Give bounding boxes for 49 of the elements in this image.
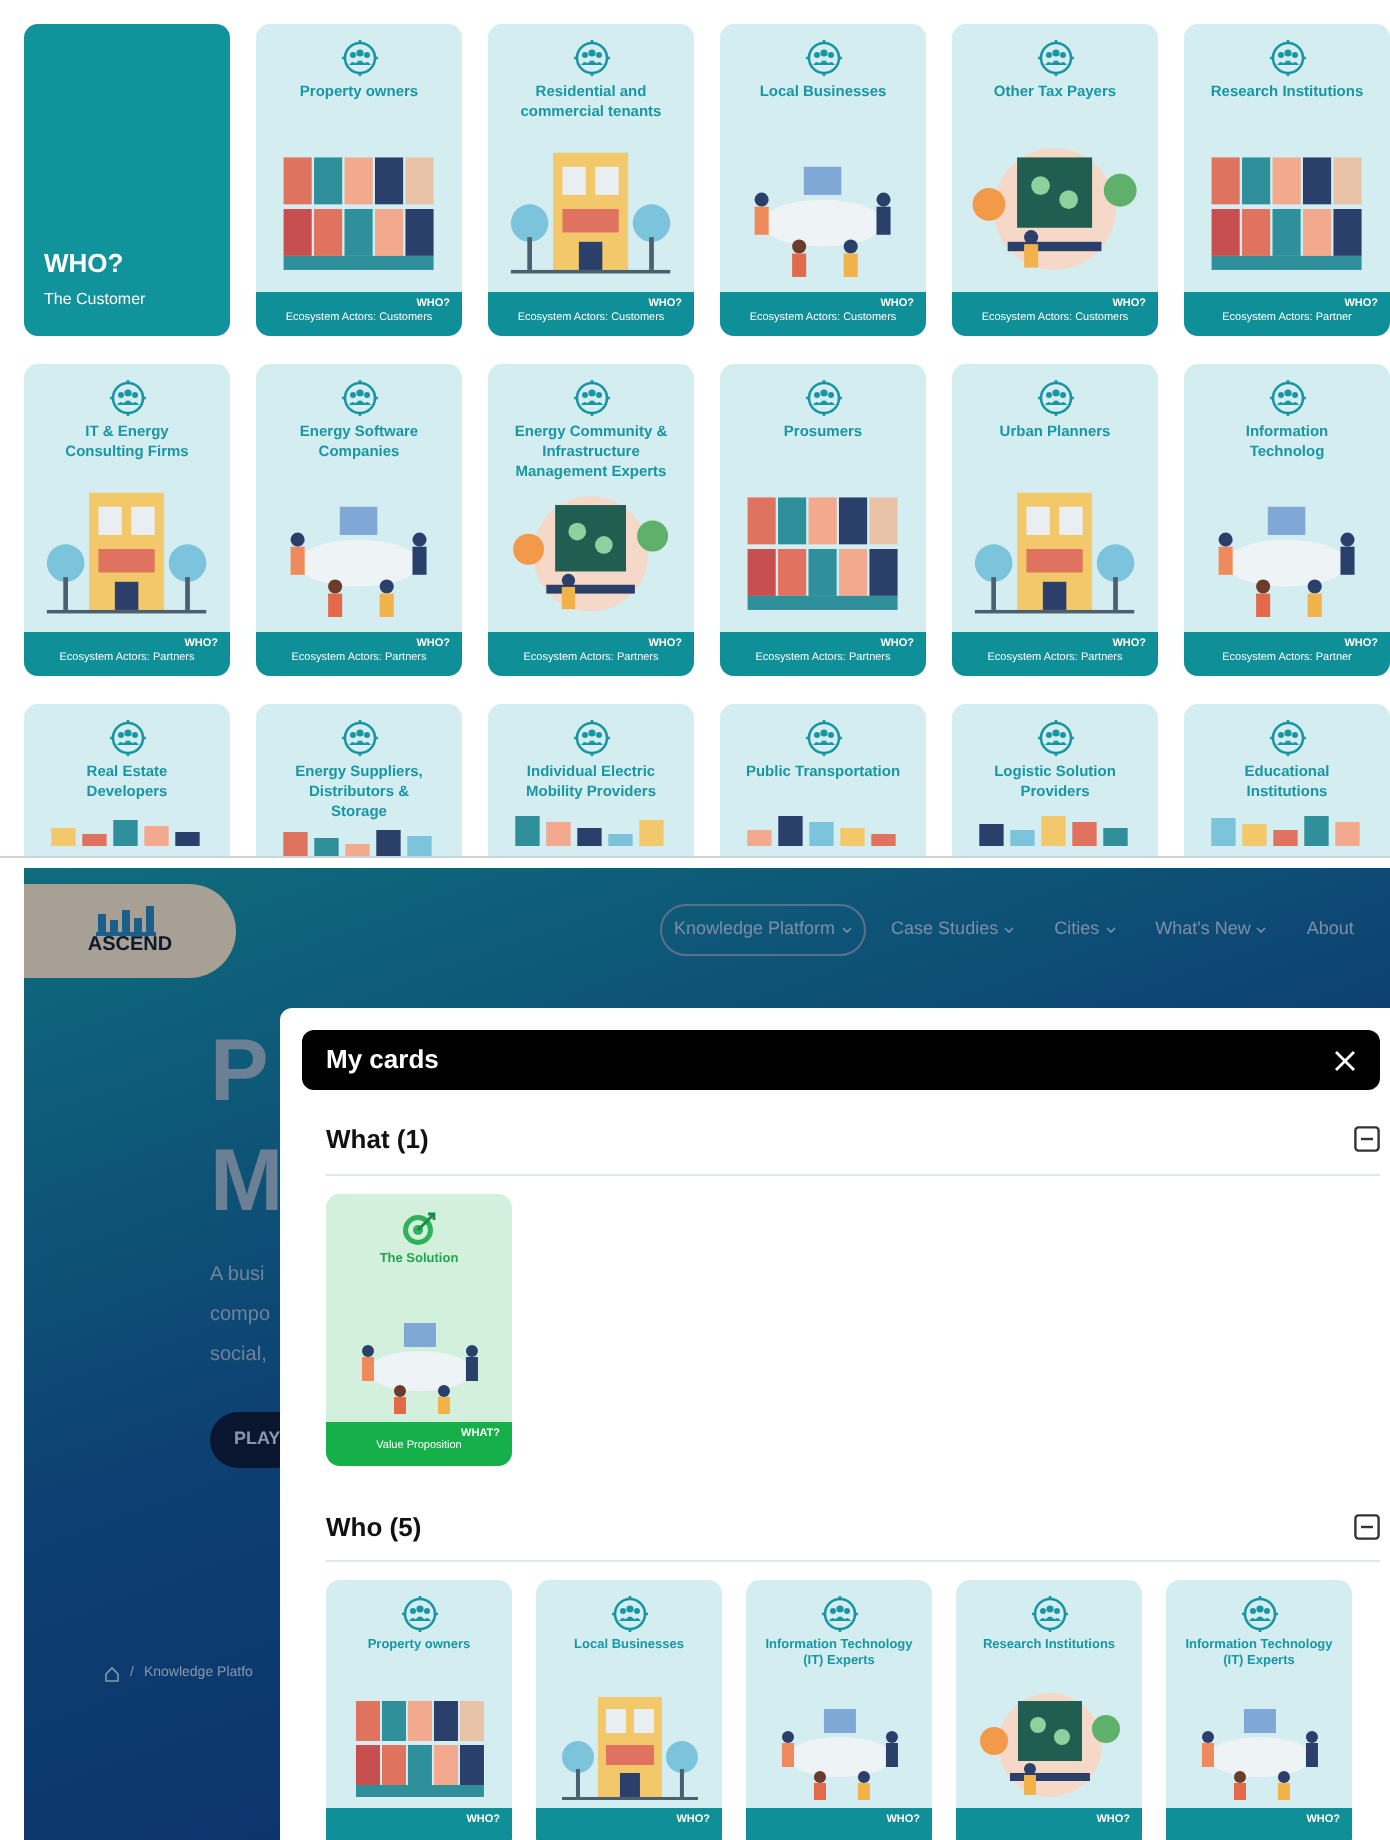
hero-title: M (210, 1130, 284, 1234)
close-icon[interactable] (1334, 1049, 1356, 1071)
people-group-icon (571, 378, 611, 418)
nav-link[interactable]: Cities (1040, 904, 1130, 956)
logo-text: ASCEND (87, 936, 173, 956)
hero-title: P (210, 1020, 269, 1124)
people-group-icon (1029, 1594, 1069, 1634)
intro-card[interactable]: WHO? The Customer (24, 24, 230, 336)
people-group-icon (339, 718, 379, 758)
section-heading: Who (5) (326, 1509, 422, 1546)
intro-heading: WHO? (44, 248, 124, 282)
people-group-icon (803, 38, 843, 78)
people-group-icon (339, 38, 379, 78)
logo[interactable]: ASCEND (24, 883, 236, 977)
people-group-icon (1239, 1594, 1279, 1634)
people-group-icon (1035, 378, 1075, 418)
people-group-icon (571, 38, 611, 78)
caret-icon (1004, 926, 1015, 934)
nav-link[interactable]: About (1292, 904, 1368, 956)
target-icon (399, 1207, 439, 1247)
collapse-icon[interactable] (1354, 1126, 1380, 1153)
intro-subheading: The Customer (44, 288, 146, 312)
people-group-icon (107, 378, 147, 418)
hero-text: social, (210, 1342, 267, 1370)
people-group-icon (107, 718, 147, 758)
home-icon[interactable] (104, 1666, 120, 1683)
people-group-icon (339, 378, 379, 418)
hero-text: A busi (210, 1262, 265, 1290)
people-group-icon (609, 1594, 649, 1634)
people-group-icon (803, 378, 843, 418)
people-group-icon (819, 1594, 859, 1634)
people-group-icon (399, 1594, 439, 1634)
people-group-icon (1035, 718, 1075, 758)
people-group-icon (1267, 378, 1307, 418)
modal-title: My cards (326, 1042, 439, 1079)
people-group-icon (1035, 38, 1075, 78)
nav-link[interactable]: Knowledge Platform (660, 904, 866, 956)
caret-icon (841, 926, 852, 934)
collapse-icon[interactable] (1354, 1513, 1380, 1540)
nav-link[interactable]: What's New (1141, 904, 1281, 956)
people-group-icon (1267, 38, 1307, 78)
hero-text: compo (210, 1302, 271, 1330)
people-group-icon (571, 718, 611, 758)
people-group-icon (1267, 718, 1307, 758)
caret-icon (1105, 926, 1116, 934)
caret-icon (1256, 926, 1267, 934)
nav-link[interactable]: Case Studies (877, 904, 1029, 956)
section-heading: What (1) (326, 1122, 429, 1158)
people-group-icon (803, 718, 843, 758)
